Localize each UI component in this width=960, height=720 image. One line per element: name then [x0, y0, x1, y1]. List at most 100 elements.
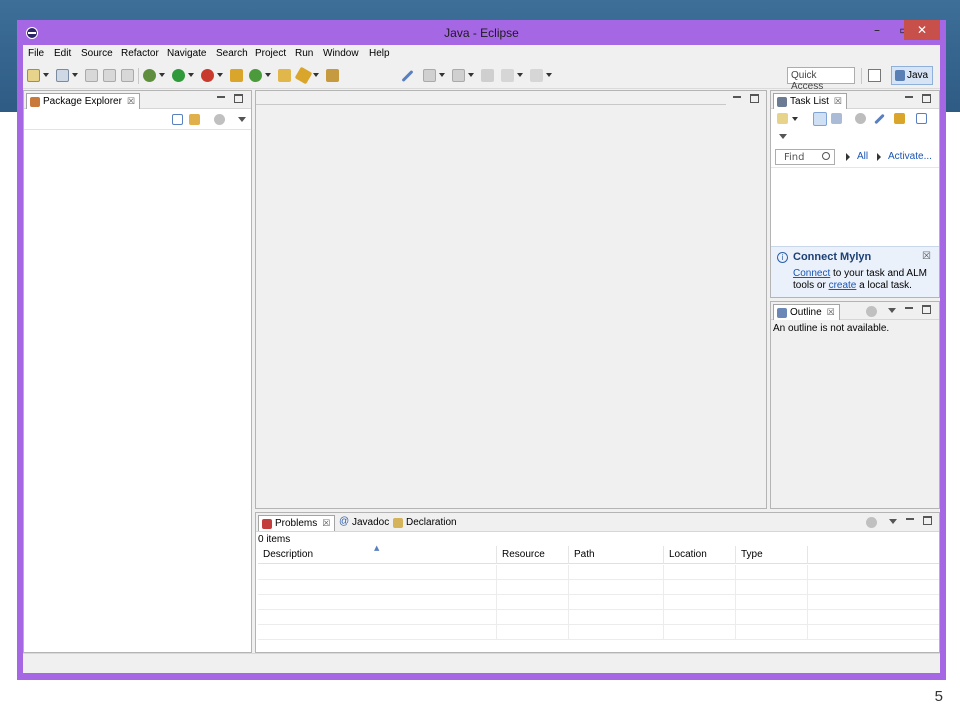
- run-dropdown-icon[interactable]: [188, 73, 194, 77]
- menu-window[interactable]: Window: [323, 48, 359, 59]
- java-perspective-button[interactable]: Java: [891, 66, 933, 85]
- minimize-view-icon[interactable]: [906, 518, 914, 520]
- focus-icon[interactable]: [855, 113, 866, 124]
- forward-icon[interactable]: [530, 69, 543, 82]
- focus-icon[interactable]: [866, 517, 877, 528]
- task-list-view: Task List ☒ Find All Activate... i Conne…: [770, 90, 940, 298]
- close-banner-icon[interactable]: ☒: [922, 251, 931, 262]
- maximize-view-icon[interactable]: [923, 516, 932, 525]
- focus-icon[interactable]: [214, 114, 225, 125]
- mylyn-text-3: a local task.: [856, 280, 912, 291]
- column-path[interactable]: Path: [569, 546, 664, 564]
- run-icon[interactable]: [172, 69, 185, 82]
- open-task-icon[interactable]: [326, 69, 339, 82]
- categorized-icon[interactable]: [813, 112, 827, 126]
- workbench: File Edit Source Refactor Navigate Searc…: [23, 45, 940, 673]
- new-java-project-icon[interactable]: [230, 69, 243, 82]
- tab-problems[interactable]: Problems ☒: [258, 515, 336, 531]
- last-edit-icon[interactable]: [481, 69, 494, 82]
- new-dropdown-icon[interactable]: [43, 73, 49, 77]
- view-menu-icon[interactable]: [779, 134, 787, 139]
- close-button[interactable]: ✕: [904, 20, 940, 40]
- external-tools-dropdown-icon[interactable]: [217, 73, 223, 77]
- open-perspective-icon[interactable]: [868, 69, 881, 82]
- activate-link[interactable]: Activate...: [888, 151, 932, 162]
- print-icon[interactable]: [121, 69, 134, 82]
- maximize-view-icon[interactable]: [234, 94, 243, 103]
- column-location[interactable]: Location: [664, 546, 736, 564]
- menu-source[interactable]: Source: [81, 48, 113, 59]
- scheduled-icon[interactable]: [831, 113, 842, 124]
- minimize-view-icon[interactable]: [217, 96, 225, 98]
- view-menu-icon[interactable]: [888, 308, 896, 313]
- new-class-dropdown-icon[interactable]: [265, 73, 271, 77]
- open-type-icon[interactable]: [278, 69, 291, 82]
- new-task-dropdown-icon[interactable]: [792, 117, 798, 121]
- tab-javadoc[interactable]: @ Javadoc: [336, 515, 393, 531]
- next-annotation-icon[interactable]: [423, 69, 436, 82]
- new-package-dropdown-icon[interactable]: [72, 73, 78, 77]
- collapse-all-icon[interactable]: [916, 113, 927, 124]
- link-with-editor-icon[interactable]: [189, 114, 200, 125]
- minimize-button[interactable]: –: [863, 20, 891, 40]
- menu-navigate[interactable]: Navigate: [167, 48, 206, 59]
- menu-run[interactable]: Run: [295, 48, 313, 59]
- back-icon[interactable]: [501, 69, 514, 82]
- debug-icon[interactable]: [143, 69, 156, 82]
- search-dropdown-icon[interactable]: [313, 73, 319, 77]
- column-resource[interactable]: Resource: [497, 546, 569, 564]
- prev-annotation-icon[interactable]: [452, 69, 465, 82]
- connect-link[interactable]: Connect: [793, 268, 830, 279]
- menu-search[interactable]: Search: [216, 48, 248, 59]
- quick-access-input[interactable]: Quick Access: [787, 67, 855, 92]
- close-tab-icon[interactable]: ☒: [127, 96, 135, 106]
- menu-file[interactable]: File: [28, 48, 44, 59]
- new-task-icon[interactable]: [777, 113, 788, 124]
- problems-count: 0 items: [258, 534, 291, 545]
- tab-package-explorer[interactable]: Package Explorer ☒: [26, 93, 141, 109]
- menu-edit[interactable]: Edit: [54, 48, 71, 59]
- forward-dropdown-icon[interactable]: [546, 73, 552, 77]
- close-tab-icon[interactable]: ☒: [322, 518, 330, 528]
- task-find-input[interactable]: Find: [775, 149, 835, 165]
- package-explorer-header: Package Explorer ☒: [24, 91, 251, 109]
- toggle-mark-icon[interactable]: [401, 69, 414, 83]
- minimize-view-icon[interactable]: [905, 307, 913, 309]
- back-dropdown-icon[interactable]: [517, 73, 523, 77]
- next-annotation-dropdown-icon[interactable]: [439, 73, 445, 77]
- create-link[interactable]: create: [829, 280, 857, 291]
- tab-outline[interactable]: Outline ☒: [773, 304, 840, 320]
- debug-dropdown-icon[interactable]: [159, 73, 165, 77]
- close-tab-icon[interactable]: ☒: [827, 307, 835, 317]
- sync-icon[interactable]: [894, 113, 905, 124]
- all-link[interactable]: All: [857, 151, 868, 162]
- save-icon[interactable]: [85, 69, 98, 82]
- prev-annotation-dropdown-icon[interactable]: [468, 73, 474, 77]
- new-package-icon[interactable]: [56, 69, 69, 82]
- save-all-icon[interactable]: [103, 69, 116, 82]
- minimize-view-icon[interactable]: [905, 96, 913, 98]
- maximize-view-icon[interactable]: [922, 305, 931, 314]
- focus-icon[interactable]: [866, 306, 877, 317]
- tab-task-list[interactable]: Task List ☒: [773, 93, 847, 109]
- tab-declaration[interactable]: Declaration: [390, 515, 461, 531]
- external-tools-icon[interactable]: [201, 69, 214, 82]
- maximize-view-icon[interactable]: [922, 94, 931, 103]
- minimize-editor-icon[interactable]: [733, 96, 741, 98]
- new-icon[interactable]: [27, 69, 40, 82]
- tab-outline-label: Outline: [790, 307, 822, 318]
- column-description[interactable]: Description: [258, 546, 497, 564]
- view-menu-icon[interactable]: [238, 117, 246, 122]
- view-menu-icon[interactable]: [889, 519, 897, 524]
- maximize-editor-icon[interactable]: [750, 94, 759, 103]
- menu-refactor[interactable]: Refactor: [121, 48, 159, 59]
- hide-completed-icon[interactable]: [874, 113, 885, 125]
- problems-icon: [262, 519, 272, 529]
- new-class-icon[interactable]: [249, 69, 262, 82]
- menu-help[interactable]: Help: [369, 48, 390, 59]
- collapse-all-icon[interactable]: [172, 114, 183, 125]
- close-tab-icon[interactable]: ☒: [834, 96, 842, 106]
- search-icon[interactable]: [294, 66, 313, 85]
- column-type[interactable]: Type: [736, 546, 808, 564]
- menu-project[interactable]: Project: [255, 48, 286, 59]
